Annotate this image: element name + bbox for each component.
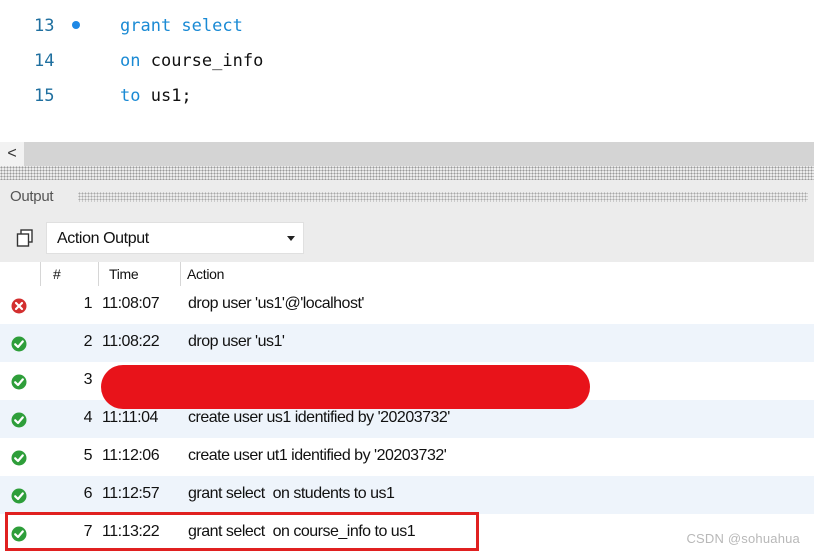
sql-keyword: on (120, 51, 141, 71)
row-action: create user ut1 identified by '20203732' (188, 447, 447, 464)
code-text: to us1; (120, 81, 192, 111)
code-line[interactable]: 13 grant select (0, 11, 814, 41)
row-time: 11:12:06 (102, 447, 160, 464)
success-check-icon (11, 488, 27, 504)
redaction-mark (101, 365, 590, 409)
row-number: 5 (83, 447, 93, 464)
column-header-time[interactable]: Time (98, 262, 180, 286)
table-row[interactable]: 1 11:08:07 drop user 'us1'@'localhost' (0, 286, 814, 324)
output-view-select-value: Action Output (57, 230, 149, 247)
row-time: 11:12:57 (102, 485, 160, 502)
row-number: 6 (83, 485, 93, 502)
action-output-grid: # Time Action 1 11:08:07 drop user 'us1'@'… (0, 262, 814, 560)
output-title: Output (10, 188, 54, 205)
success-check-icon (11, 336, 27, 352)
sql-keyword: grant select (120, 16, 243, 36)
row-time: 11:08:22 (102, 333, 160, 350)
line-number: 15 (34, 86, 55, 106)
scroll-left-arrow-icon[interactable]: < (0, 142, 24, 166)
statement-marker-icon[interactable] (72, 21, 80, 29)
success-check-icon (11, 412, 27, 428)
row-number: 1 (83, 295, 93, 312)
row-time: 11:11:04 (102, 409, 158, 426)
output-toolbar: Action Output (0, 214, 814, 262)
output-view-select[interactable]: Action Output (46, 222, 304, 254)
row-time: 11:08:07 (102, 295, 160, 312)
line-number: 13 (34, 16, 55, 36)
grid-header: # Time Action (0, 262, 814, 286)
row-number: 3 (83, 371, 93, 388)
success-check-icon (11, 450, 27, 466)
panel-grip[interactable] (78, 192, 808, 202)
output-panel-header: Output (0, 180, 814, 214)
sql-identifier: course_info (140, 51, 264, 71)
chevron-down-icon (287, 236, 295, 241)
table-row[interactable]: 6 11:12:57 grant select on students to us1 (0, 476, 814, 514)
table-row[interactable]: 5 11:12:06 create user ut1 identified by '… (0, 438, 814, 476)
line-number: 14 (34, 51, 55, 71)
highlight-box (5, 512, 479, 551)
sql-keyword: to (120, 86, 141, 106)
success-check-icon (11, 374, 27, 390)
table-row[interactable]: 2 11:08:22 drop user 'us1' (0, 324, 814, 362)
code-line[interactable]: 14 on course_info (0, 46, 814, 76)
code-text: on course_info (120, 46, 263, 76)
row-number: 4 (83, 409, 93, 426)
column-header-num[interactable]: # (40, 262, 98, 286)
row-action: create user us1 identified by '20203732' (188, 409, 450, 426)
error-icon (11, 298, 27, 314)
watermark: CSDN @sohuahua (686, 531, 800, 546)
row-action: drop user 'us1' (188, 333, 285, 350)
horizontal-scrollbar[interactable]: < (0, 142, 814, 166)
panel-splitter[interactable] (0, 166, 814, 180)
copy-icon[interactable] (16, 229, 34, 247)
code-line[interactable]: 15 to us1; (0, 81, 814, 111)
code-text: grant select (120, 11, 243, 41)
row-action: grant select on students to us1 (188, 485, 395, 502)
row-action: drop user 'us1'@'localhost' (188, 295, 364, 312)
row-number: 2 (83, 333, 93, 350)
sql-identifier: us1; (140, 86, 192, 106)
column-header-action[interactable]: Action (180, 262, 814, 286)
sql-editor[interactable]: 13 grant select 14 on course_info 15 to us1; (0, 0, 814, 142)
